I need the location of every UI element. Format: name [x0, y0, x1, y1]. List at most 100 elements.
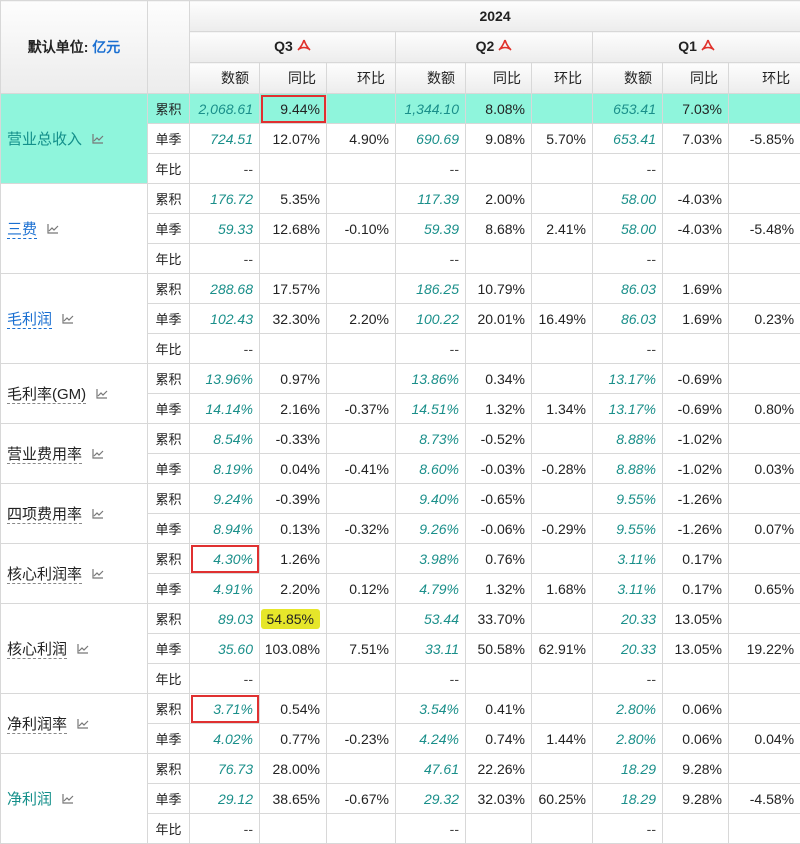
empty-value: -- [396, 154, 466, 184]
amount-value: 176.72 [190, 184, 260, 214]
empty-cell [260, 154, 327, 184]
yoy-value: 8.68% [466, 214, 532, 244]
pdf-icon[interactable] [701, 39, 715, 56]
amount-value: 653.41 [593, 124, 663, 154]
yoy-value: 0.06% [663, 724, 729, 754]
metric-name[interactable]: 营业费用率 [7, 446, 82, 464]
amount-value: 58.00 [593, 184, 663, 214]
table-row: 核心利润率累积4.30%1.26%3.98%0.76%3.11%0.17% [1, 544, 800, 574]
empty-value: -- [593, 664, 663, 694]
yoy-value: 0.06% [663, 694, 729, 724]
qoq-value: -5.85% [729, 124, 800, 154]
yoy-value: -0.06% [466, 514, 532, 544]
metric-name[interactable]: 核心利润率 [7, 566, 82, 584]
yoy-value: 13.05% [663, 634, 729, 664]
trend-chart-icon[interactable] [92, 131, 104, 148]
table-row: 净利润率累积3.71%0.54%3.54%0.41%2.80%0.06% [1, 694, 800, 724]
metric-name[interactable]: 核心利润 [7, 641, 67, 659]
qoq-value [729, 274, 800, 304]
empty-cell [327, 664, 396, 694]
metric-label-cell: 核心利润率 [1, 544, 148, 604]
unit-value[interactable]: 亿元 [92, 39, 120, 55]
qoq-value: -4.58% [729, 784, 800, 814]
empty-cell [663, 334, 729, 364]
trend-chart-icon[interactable] [62, 791, 74, 808]
amount-value: 653.41 [593, 94, 663, 124]
yoy-value: 54.85% [260, 604, 327, 634]
amount-value: 53.44 [396, 604, 466, 634]
amount-value: 4.79% [396, 574, 466, 604]
trend-chart-icon[interactable] [92, 446, 104, 463]
trend-chart-icon[interactable] [96, 386, 108, 403]
trend-chart-icon[interactable] [47, 221, 59, 238]
row-type-label: 累积 [148, 424, 190, 454]
yoy-value: 0.97% [260, 364, 327, 394]
row-type-label: 累积 [148, 604, 190, 634]
quarter-header-q3: Q3 [190, 32, 396, 63]
yoy-value: 0.54% [260, 694, 327, 724]
empty-cell [327, 334, 396, 364]
pdf-icon[interactable] [297, 39, 311, 56]
empty-cell [466, 154, 532, 184]
yoy-value: 5.35% [260, 184, 327, 214]
yoy-value: 38.65% [260, 784, 327, 814]
empty-cell [532, 664, 593, 694]
quarter-header-q1: Q1 [593, 32, 800, 63]
trend-chart-icon[interactable] [77, 641, 89, 658]
yoy-value: -1.02% [663, 454, 729, 484]
amount-value: 47.61 [396, 754, 466, 784]
trend-chart-icon[interactable] [77, 716, 89, 733]
yoy-value: 2.00% [466, 184, 532, 214]
col-yoy: 同比 [663, 63, 729, 94]
amount-value: 102.43 [190, 304, 260, 334]
amount-value: 8.88% [593, 424, 663, 454]
row-type-label: 单季 [148, 784, 190, 814]
metric-name[interactable]: 毛利率(GM) [7, 386, 86, 404]
empty-cell [729, 244, 800, 274]
row-type-label: 累积 [148, 484, 190, 514]
row-type-label: 单季 [148, 724, 190, 754]
yoy-value: -0.65% [466, 484, 532, 514]
amount-value: 3.11% [593, 544, 663, 574]
qoq-value [327, 484, 396, 514]
amount-value: 9.24% [190, 484, 260, 514]
amount-value: 4.30% [190, 544, 260, 574]
yoy-value: 9.28% [663, 754, 729, 784]
trend-chart-icon[interactable] [92, 566, 104, 583]
trend-chart-icon[interactable] [62, 311, 74, 328]
amount-value: 14.14% [190, 394, 260, 424]
amount-value: 3.11% [593, 574, 663, 604]
quarter-header-q2: Q2 [396, 32, 593, 63]
yoy-value: 8.08% [466, 94, 532, 124]
yoy-value: -0.69% [663, 364, 729, 394]
metric-name[interactable]: 营业总收入 [7, 131, 82, 148]
table-row: 毛利润累积288.6817.57%186.2510.79%86.031.69% [1, 274, 800, 304]
empty-cell [663, 814, 729, 844]
yoy-value: 1.32% [466, 394, 532, 424]
amount-value: 690.69 [396, 124, 466, 154]
metric-label-cell: 营业费用率 [1, 424, 148, 484]
metric-name[interactable]: 毛利润 [7, 311, 52, 329]
metric-name[interactable]: 三费 [7, 221, 37, 239]
yoy-value: 17.57% [260, 274, 327, 304]
empty-cell [532, 334, 593, 364]
qoq-value: 0.07% [729, 514, 800, 544]
metric-name[interactable]: 净利润率 [7, 716, 67, 734]
qoq-value: -0.29% [532, 514, 593, 544]
row-type-label: 年比 [148, 664, 190, 694]
amount-value: 18.29 [593, 784, 663, 814]
metric-name[interactable]: 净利润 [7, 791, 52, 808]
metric-name[interactable]: 四项费用率 [7, 506, 82, 524]
qoq-value: 62.91% [532, 634, 593, 664]
empty-cell [532, 814, 593, 844]
qoq-value [532, 94, 593, 124]
trend-chart-icon[interactable] [92, 506, 104, 523]
amount-value: 33.11 [396, 634, 466, 664]
pdf-icon[interactable] [498, 39, 512, 56]
yoy-value: -1.02% [663, 424, 729, 454]
yoy-value: -1.26% [663, 484, 729, 514]
unit-header: 默认单位: 亿元 [1, 1, 148, 94]
row-type-label: 年比 [148, 244, 190, 274]
qoq-value [532, 184, 593, 214]
row-type-label: 年比 [148, 334, 190, 364]
